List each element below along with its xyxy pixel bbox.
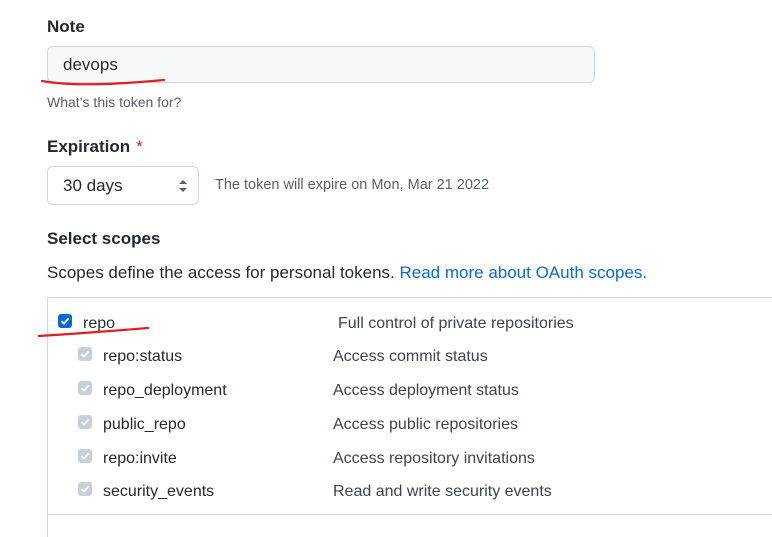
- select-arrows-icon: [179, 180, 187, 192]
- checkmark-icon: [80, 384, 90, 392]
- checkmark-icon: [80, 452, 90, 460]
- security-events-checkbox[interactable]: [78, 482, 92, 496]
- scopes-description-text: Scopes define the access for personal to…: [47, 263, 395, 282]
- scope-desc-repo-invite: Access repository invitations: [333, 450, 535, 467]
- scopes-description: Scopes define the access for personal to…: [47, 263, 647, 283]
- checkmark-icon: [80, 418, 90, 426]
- scope-desc-repo: Full control of private repositories: [338, 315, 574, 332]
- scope-divider: [47, 514, 772, 515]
- scope-desc-security-events: Read and write security events: [333, 483, 552, 500]
- scope-desc-public-repo: Access public repositories: [333, 416, 518, 433]
- scope-desc-repo-status: Access commit status: [333, 348, 488, 365]
- expiration-note: The token will expire on Mon, Mar 21 202…: [215, 177, 490, 193]
- required-marker: *: [136, 137, 143, 156]
- repo-checkbox[interactable]: [58, 314, 72, 328]
- scope-name-repo: repo: [83, 315, 116, 332]
- expiration-selected-value: 30 days: [63, 176, 123, 195]
- repo-invite-checkbox[interactable]: [78, 449, 92, 463]
- checkmark-icon: [60, 317, 70, 325]
- note-label: Note: [47, 17, 85, 36]
- expiration-label-text: Expiration: [47, 137, 131, 156]
- checkmark-icon: [80, 350, 90, 358]
- scope-name-public-repo: public_repo: [103, 416, 186, 433]
- repo-status-checkbox[interactable]: [78, 347, 92, 361]
- oauth-scopes-link[interactable]: Read more about OAuth scopes.: [400, 263, 648, 282]
- note-hint: What’s this token for?: [47, 94, 182, 110]
- repo-deployment-checkbox[interactable]: [78, 381, 92, 395]
- scope-name-repo-status: repo:status: [103, 348, 183, 365]
- scopes-heading: Select scopes: [47, 229, 161, 248]
- scope-name-repo-invite: repo:invite: [103, 450, 177, 467]
- note-input[interactable]: devops: [47, 46, 595, 83]
- scope-name-security-events: security_events: [103, 483, 215, 500]
- expiration-label: Expiration *: [47, 137, 143, 157]
- public-repo-checkbox[interactable]: [78, 415, 92, 429]
- scope-name-repo-deployment: repo_deployment: [103, 382, 227, 399]
- scope-desc-repo-deployment: Access deployment status: [333, 382, 519, 399]
- expiration-select[interactable]: 30 days: [47, 166, 199, 205]
- checkmark-icon: [80, 485, 90, 493]
